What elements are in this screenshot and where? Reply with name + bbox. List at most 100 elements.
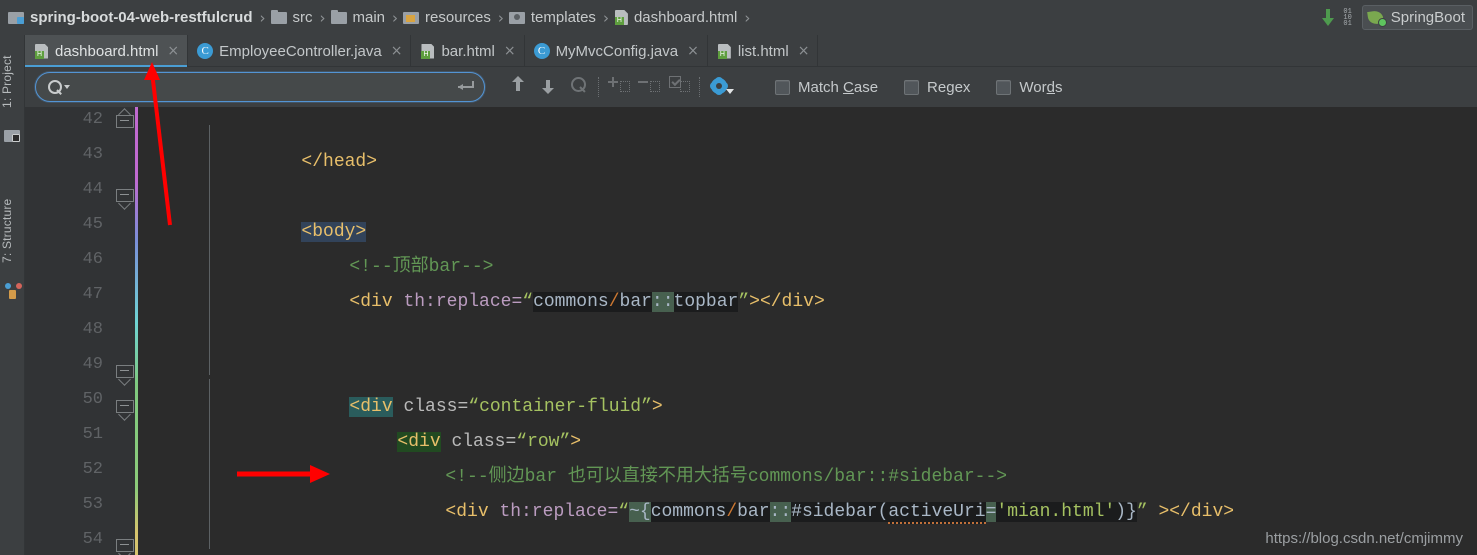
download-icon[interactable] — [1322, 8, 1335, 27]
checkbox-regex[interactable]: Regex — [904, 79, 970, 96]
line-number: 46 — [82, 250, 103, 269]
fold-marker-line-44[interactable] — [116, 189, 134, 204]
structure-icon[interactable] — [4, 283, 21, 300]
checkbox-label: Match Case — [798, 78, 879, 96]
sidebar-item-project[interactable]: 1: Project — [0, 43, 25, 121]
breadcrumb-item-resources[interactable]: resources — [403, 0, 491, 35]
folder-icon — [270, 9, 288, 26]
code-editor[interactable]: 42 43 44 45 46 47 48 49 50 51 52 53 54 <… — [25, 107, 1477, 555]
close-icon[interactable]: × — [167, 44, 179, 58]
fold-marker-line-49[interactable] — [116, 365, 134, 380]
breadcrumb-separator-icon: › — [744, 8, 751, 27]
sidebar-item-structure[interactable]: 7: Structure — [0, 185, 25, 277]
line-number: 47 — [82, 285, 103, 304]
project-icon[interactable] — [4, 127, 21, 144]
code-token: ” — [738, 292, 750, 312]
breadcrumb-separator-icon: › — [319, 8, 326, 27]
html-file-icon — [614, 9, 629, 26]
code-line-44: <body> — [215, 180, 367, 242]
code-line-50: <div class=“row”> — [311, 390, 581, 452]
fold-gutter[interactable] — [113, 107, 210, 555]
breadcrumb-label: dashboard.html — [633, 9, 738, 26]
line-number: 42 — [82, 110, 103, 129]
tab-label: bar.html — [441, 42, 495, 60]
run-configuration-selector[interactable]: SpringBoot — [1361, 5, 1473, 30]
breadcrumb-item-templates[interactable]: templates — [508, 0, 596, 35]
return-icon[interactable] — [458, 80, 474, 94]
tab-dashboard-html[interactable]: dashboard.html × — [25, 35, 189, 67]
line-number: 45 — [82, 215, 103, 234]
code-line-51: <!--侧边bar 也可以直接不用大括号commons/bar::#sideba… — [359, 425, 1007, 487]
close-icon[interactable]: × — [687, 44, 699, 58]
watermark: https://blog.csdn.net/cmjimmy — [1265, 530, 1463, 547]
code-token: th:replace= — [499, 502, 619, 522]
breadcrumb-item-main[interactable]: main — [330, 0, 386, 35]
close-icon[interactable]: × — [504, 44, 516, 58]
tab-mymvcconfig-java[interactable]: MyMvcConfig.java × — [525, 35, 708, 67]
checkbox-label: Words — [1019, 78, 1063, 96]
java-class-icon — [533, 43, 550, 59]
tab-label: list.html — [737, 42, 789, 60]
code-line-42: </head> — [215, 110, 377, 172]
breadcrumb-separator-icon: › — [259, 8, 266, 27]
code-line-46: <div th:replace=“commons/bar::topbar”></… — [263, 250, 825, 312]
close-icon[interactable]: × — [391, 44, 403, 58]
breadcrumb-item-project[interactable]: spring-boot-04-web-restfulcrud — [8, 0, 253, 35]
fold-marker-line-54[interactable] — [116, 539, 134, 554]
checkbox-words[interactable]: Words — [996, 79, 1062, 96]
tab-employeecontroller-java[interactable]: EmployeeController.java × — [188, 35, 412, 67]
line-number: 44 — [82, 180, 103, 199]
checkbox-label: Regex — [927, 78, 971, 96]
close-icon[interactable]: × — [798, 44, 810, 58]
chevron-down-icon[interactable] — [64, 85, 70, 89]
tab-bar-html[interactable]: bar.html × — [411, 35, 525, 67]
line-number: 48 — [82, 320, 103, 339]
find-previous-icon[interactable] — [503, 73, 533, 101]
remove-selection-icon[interactable] — [634, 73, 664, 101]
code-token: :: — [651, 292, 674, 312]
fold-marker-line-50[interactable] — [116, 400, 134, 415]
gear-icon[interactable] — [705, 73, 739, 101]
code-content[interactable]: </head> <body> <!--顶部bar--> <div th:repl… — [143, 107, 1477, 555]
code-token: ></div> — [749, 292, 825, 312]
tab-list-html[interactable]: list.html × — [708, 35, 819, 67]
breadcrumb-item-file[interactable]: dashboard.html — [614, 0, 737, 35]
find-all-icon[interactable] — [563, 73, 593, 101]
code-token: th:replace= — [403, 292, 523, 312]
code-line-54: <main role=“main” class=“col-md-9 ml-sm-… — [359, 530, 1158, 555]
html-file-icon — [717, 43, 732, 60]
code-token: 'mian.html' — [996, 502, 1116, 522]
toolbar-divider — [699, 77, 700, 97]
line-number: 43 — [82, 145, 103, 164]
code-token: </head> — [301, 152, 378, 172]
code-token: commons — [533, 292, 609, 312]
line-number: 52 — [82, 460, 103, 479]
toggle-selection-icon[interactable] — [664, 73, 694, 101]
search-field-container[interactable] — [35, 72, 485, 102]
java-class-icon — [197, 43, 214, 59]
breadcrumb-label: src — [292, 9, 313, 26]
checkbox-match-case[interactable]: Match Case — [775, 79, 878, 96]
add-selection-icon[interactable] — [604, 73, 634, 101]
breadcrumb-item-src[interactable]: src — [270, 0, 313, 35]
fold-marker-line-42[interactable] — [116, 115, 134, 130]
checkbox-box[interactable] — [775, 79, 790, 95]
search-icon — [48, 80, 62, 94]
spring-leaf-icon — [1368, 10, 1387, 27]
breadcrumb-label: templates — [530, 9, 596, 26]
line-number-gutter: 42 43 44 45 46 47 48 49 50 51 52 53 54 — [25, 107, 113, 555]
code-token: “ — [522, 292, 534, 312]
line-number: 50 — [82, 390, 103, 409]
search-input[interactable] — [78, 73, 458, 101]
code-token: )} — [1115, 502, 1137, 522]
code-token: activeUri — [888, 502, 986, 524]
find-next-icon[interactable] — [533, 73, 563, 101]
code-token: topbar — [673, 292, 739, 312]
code-token: “ — [618, 502, 630, 522]
checkbox-box[interactable] — [904, 79, 920, 95]
code-token: ~{ — [629, 502, 651, 522]
breadcrumb-label: main — [352, 9, 386, 26]
find-actions — [503, 73, 739, 101]
checkbox-box[interactable] — [996, 79, 1012, 95]
tab-label: EmployeeController.java — [219, 42, 382, 60]
